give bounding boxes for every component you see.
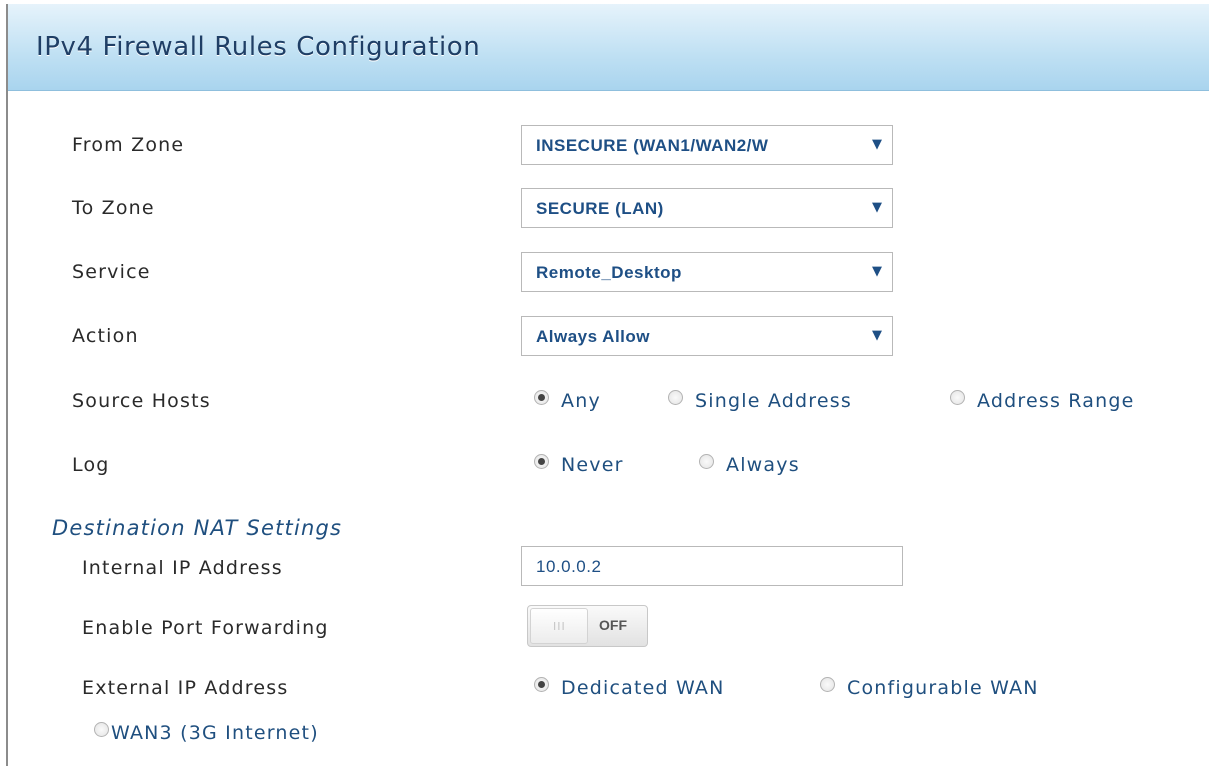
source-hosts-range-option[interactable]: Address Range <box>950 390 1135 412</box>
radio-icon[interactable] <box>94 722 109 737</box>
external-ip-label: External IP Address <box>82 677 289 699</box>
chevron-down-icon: ▼ <box>868 328 882 343</box>
from-zone-select[interactable]: INSECURE (WAN1/WAN2/W ▼ <box>521 125 893 165</box>
external-ip-configurable-label: Configurable WAN <box>847 677 1039 699</box>
source-hosts-range-label: Address Range <box>977 390 1135 412</box>
panel-header: IPv4 Firewall Rules Configuration <box>8 4 1209 91</box>
panel-title: IPv4 Firewall Rules Configuration <box>36 32 481 62</box>
action-select[interactable]: Always Allow ▼ <box>521 316 893 356</box>
source-hosts-any-label: Any <box>561 390 601 412</box>
service-label: Service <box>72 261 151 283</box>
radio-icon[interactable] <box>820 677 835 692</box>
to-zone-value: SECURE (LAN) <box>536 199 664 218</box>
source-hosts-any-option[interactable]: Any <box>534 390 601 412</box>
from-zone-label: From Zone <box>72 134 185 156</box>
external-ip-dedicated-option[interactable]: Dedicated WAN <box>534 677 725 699</box>
radio-icon[interactable] <box>668 390 683 405</box>
source-hosts-label: Source Hosts <box>72 390 211 412</box>
chevron-down-icon: ▼ <box>868 264 882 279</box>
external-ip-configurable-option[interactable]: Configurable WAN <box>820 677 1039 699</box>
service-value: Remote_Desktop <box>536 263 682 282</box>
radio-checked-icon[interactable] <box>534 454 549 469</box>
from-zone-value: INSECURE (WAN1/WAN2/W <box>536 136 769 155</box>
external-ip-dedicated-label: Dedicated WAN <box>561 677 725 699</box>
service-select[interactable]: Remote_Desktop ▼ <box>521 252 893 292</box>
internal-ip-input[interactable]: 10.0.0.2 <box>521 546 903 586</box>
radio-checked-icon[interactable] <box>534 677 549 692</box>
grip-icon: III <box>553 620 566 633</box>
port-forwarding-toggle[interactable]: III OFF <box>527 605 648 647</box>
internal-ip-label: Internal IP Address <box>82 557 283 579</box>
chevron-down-icon: ▼ <box>868 200 882 215</box>
log-label: Log <box>72 454 110 476</box>
log-always-label: Always <box>726 454 800 476</box>
to-zone-select[interactable]: SECURE (LAN) ▼ <box>521 188 893 228</box>
log-never-label: Never <box>561 454 624 476</box>
to-zone-label: To Zone <box>72 197 155 219</box>
external-ip-wan3-label: WAN3 (3G Internet) <box>111 722 319 744</box>
source-hosts-single-label: Single Address <box>695 390 852 412</box>
source-hosts-single-option[interactable]: Single Address <box>668 390 852 412</box>
toggle-state-label: OFF <box>599 617 627 633</box>
internal-ip-value: 10.0.0.2 <box>536 557 602 576</box>
log-never-option[interactable]: Never <box>534 454 624 476</box>
toggle-knob[interactable]: III <box>530 608 588 644</box>
nat-section-title: Destination NAT Settings <box>52 516 343 540</box>
radio-icon[interactable] <box>950 390 965 405</box>
chevron-down-icon: ▼ <box>868 137 882 152</box>
log-always-option[interactable]: Always <box>699 454 800 476</box>
radio-checked-icon[interactable] <box>534 390 549 405</box>
port-forwarding-label: Enable Port Forwarding <box>82 617 329 639</box>
external-ip-wan3-option[interactable]: WAN3 (3G Internet) <box>94 722 319 744</box>
action-value: Always Allow <box>536 327 651 346</box>
radio-icon[interactable] <box>699 454 714 469</box>
firewall-rules-panel: IPv4 Firewall Rules Configuration <box>6 4 1209 766</box>
action-label: Action <box>72 325 139 347</box>
